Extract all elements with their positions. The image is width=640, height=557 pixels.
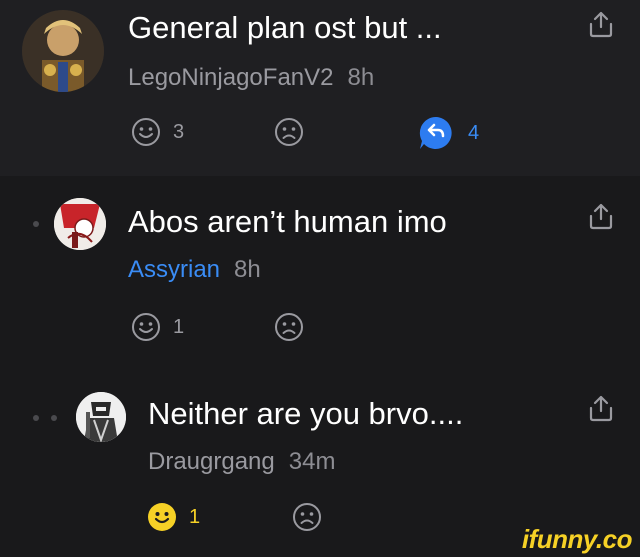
frown-icon[interactable] [274,312,304,342]
smile-count: 3 [173,120,185,143]
indent-dot [51,415,57,421]
smile-icon[interactable] [147,502,177,532]
timestamp: 8h [347,64,375,91]
comment-2: Abos aren’t human imo Assyrian 8h 1 [0,176,640,370]
avatar[interactable] [54,198,106,250]
reply-count: 4 [468,121,480,144]
share-icon[interactable] [588,202,614,230]
smile-icon[interactable] [131,117,161,147]
author-name[interactable]: Draugrgang [148,448,275,475]
author-name[interactable]: Assyrian [128,256,220,283]
smile-count: 1 [189,505,201,528]
smile-reaction[interactable]: 1 [147,502,200,532]
watermark: ifunny.co [521,524,633,554]
comment-1: General plan ost but ... LegoNinjagoFanV… [0,0,640,176]
smile-count: 1 [173,315,185,338]
indent-dot [33,221,39,227]
share-icon[interactable] [588,394,614,422]
frown-icon[interactable] [274,117,304,147]
comment-title: General plan ost but ... [128,10,442,45]
thread-indent [33,415,57,421]
comment-title: Abos aren’t human imo [128,204,447,239]
timestamp: 34m [288,448,336,475]
reply-icon [419,116,452,149]
indent-dot [33,415,39,421]
comment-meta: Draugrgang 34m [148,448,335,476]
timestamp: 8h [234,256,261,283]
reply-button[interactable]: 4 [418,115,479,151]
comment-meta: Assyrian 8h [128,256,261,284]
smile-icon[interactable] [131,312,161,342]
comment-meta: LegoNinjagoFanV2 8h [128,64,374,92]
thread-indent [33,221,39,227]
author-name[interactable]: LegoNinjagoFanV2 [128,64,334,91]
smile-reaction[interactable]: 1 [131,312,184,342]
smile-reaction[interactable]: 3 [131,117,184,147]
avatar[interactable] [22,10,104,92]
frown-icon[interactable] [292,502,322,532]
avatar[interactable] [76,392,126,442]
share-icon[interactable] [588,10,614,38]
comment-title: Neither are you brvo.... [148,396,464,431]
